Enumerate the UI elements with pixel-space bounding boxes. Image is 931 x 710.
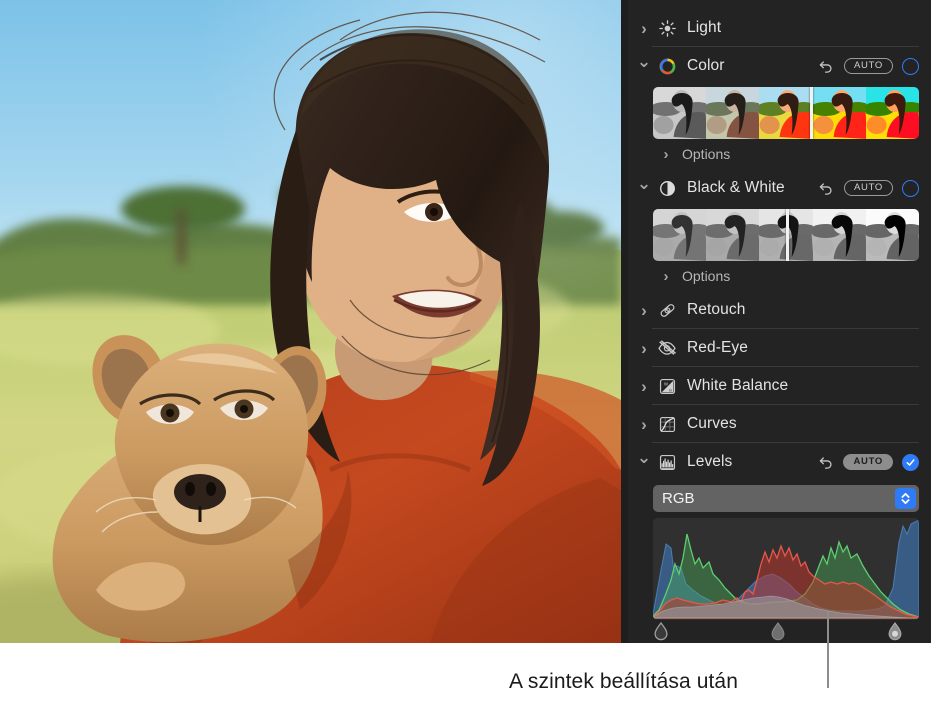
adjust-sidebar-panel: Light: [628, 0, 931, 643]
black-point-handle[interactable]: [653, 621, 668, 641]
sidebar-item-label: Color: [687, 57, 725, 74]
sidebar-item-label: Curves: [687, 415, 737, 432]
svg-text:W: W: [664, 381, 669, 386]
bw-options-label: Options: [682, 268, 731, 284]
color-variation-thumb[interactable]: [706, 87, 760, 139]
levels-histogram[interactable]: [653, 518, 919, 620]
color-toggle-circle[interactable]: [902, 57, 919, 75]
sidebar-item-label: Levels: [687, 453, 733, 470]
sidebar-item-label: Retouch: [687, 301, 746, 318]
levels-auto-button[interactable]: AUTO: [843, 454, 893, 470]
black-and-white-toggle-circle[interactable]: [902, 179, 919, 197]
midpoint-handle[interactable]: [771, 622, 786, 641]
screenshot-root: Light: [0, 0, 931, 710]
chevron-down-icon[interactable]: [636, 47, 652, 85]
color-options-label: Options: [682, 146, 731, 162]
adjust-sidebar: Light: [621, 0, 931, 643]
chevron-down-icon[interactable]: [636, 443, 652, 481]
sidebar-item-black-and-white[interactable]: Black & White AUTO: [628, 169, 931, 207]
black-and-white-variation-strip[interactable]: [653, 209, 919, 261]
chevron-right-icon[interactable]: [636, 405, 652, 443]
color-options-row[interactable]: Options: [628, 139, 931, 169]
callout-caption: A szintek beállítása után: [509, 670, 738, 693]
sidebar-item-label: White Balance: [687, 377, 789, 394]
sidebar-item-color[interactable]: Color AUTO: [628, 47, 931, 85]
color-strip-playhead[interactable]: [809, 87, 813, 139]
levels-controls: AUTO: [817, 453, 931, 471]
eye-slash-icon: [656, 337, 678, 359]
sidebar-item-white-balance[interactable]: W B White Balance: [628, 367, 931, 405]
sidebar-item-label: Red-Eye: [687, 339, 749, 356]
chevron-right-icon[interactable]: [658, 261, 674, 291]
white-balance-icon: W B: [656, 375, 678, 397]
svg-text:B: B: [669, 387, 672, 392]
bw-variation-thumb[interactable]: [865, 209, 919, 261]
revert-arrow-icon[interactable]: [817, 454, 834, 471]
color-variation-strip[interactable]: [653, 87, 919, 139]
chevron-right-icon[interactable]: [658, 139, 674, 169]
chevron-up-down-icon[interactable]: [895, 488, 916, 509]
bandage-icon: [656, 299, 678, 321]
bw-strip-playhead[interactable]: [786, 209, 789, 261]
chevron-right-icon[interactable]: [636, 9, 652, 47]
levels-toggle-circle[interactable]: [902, 453, 919, 471]
bw-variation-thumb[interactable]: [653, 209, 707, 261]
color-variation-thumb[interactable]: [759, 87, 813, 139]
bw-variation-thumb[interactable]: [812, 209, 866, 261]
curves-icon: [656, 413, 678, 435]
sidebar-item-label: Black & White: [687, 179, 785, 196]
photo-preview: [0, 0, 621, 643]
chevron-right-icon[interactable]: [636, 329, 652, 367]
revert-arrow-icon[interactable]: [818, 180, 835, 197]
contrast-circle-icon: [656, 177, 678, 199]
color-variation-thumb[interactable]: [812, 87, 866, 139]
photo-image: [0, 0, 621, 643]
levels-channel-popup[interactable]: RGB: [653, 485, 919, 512]
sidebar-item-light[interactable]: Light: [628, 9, 931, 47]
chevron-down-icon[interactable]: [636, 169, 652, 207]
levels-channel-value: RGB: [662, 490, 695, 507]
black-and-white-controls: AUTO: [818, 179, 931, 197]
color-controls: AUTO: [818, 57, 931, 75]
color-variation-thumb[interactable]: [653, 87, 707, 139]
black-and-white-auto-button[interactable]: AUTO: [843, 180, 893, 196]
levels-icon: [656, 451, 678, 473]
levels-handles: [653, 621, 919, 646]
bw-variation-thumb[interactable]: [706, 209, 760, 261]
levels-histogram-plot: [653, 518, 919, 620]
color-variation-thumb[interactable]: [865, 87, 919, 139]
sidebar-item-retouch[interactable]: Retouch: [628, 291, 931, 329]
callout-leader-line: [827, 611, 829, 688]
chevron-right-icon[interactable]: [636, 367, 652, 405]
color-auto-button[interactable]: AUTO: [843, 58, 893, 74]
sidebar-item-label: Light: [687, 19, 722, 36]
white-point-handle[interactable]: [888, 622, 903, 641]
sidebar-item-red-eye[interactable]: Red-Eye: [628, 329, 931, 367]
revert-arrow-icon[interactable]: [818, 58, 835, 75]
black-and-white-options-row[interactable]: Options: [628, 261, 931, 291]
sidebar-item-curves[interactable]: Curves: [628, 405, 931, 443]
color-wheel-icon: [656, 55, 678, 77]
sidebar-item-levels[interactable]: Levels AUTO: [628, 443, 931, 481]
sun-icon: [656, 17, 678, 39]
chevron-right-icon[interactable]: [636, 291, 652, 329]
